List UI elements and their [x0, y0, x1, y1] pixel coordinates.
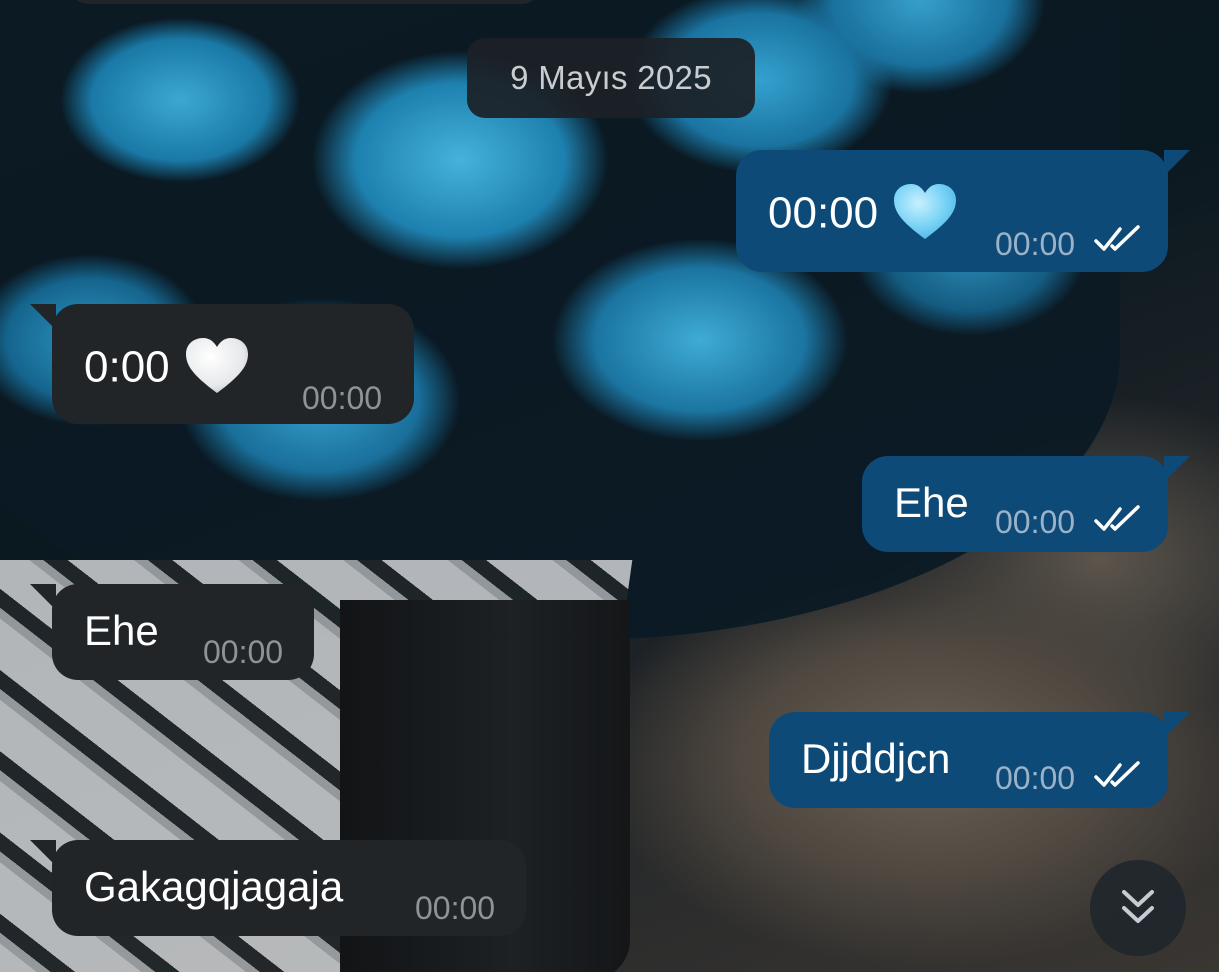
white-heart-icon [185, 338, 248, 393]
message-text: Djjddjcn [801, 735, 951, 782]
double-check-icon [1094, 225, 1140, 251]
message-time: 00:00 [995, 226, 1076, 262]
message-time: 00:00 [415, 890, 496, 926]
message-time: 00:00 [302, 380, 383, 416]
previous-message-bubble-edge[interactable] [70, 0, 540, 4]
message-bubble-incoming[interactable]: 0:00 00:00 [30, 304, 414, 424]
light-blue-heart-icon [894, 184, 957, 239]
message-time: 00:00 [995, 504, 1076, 540]
double-check-icon [1094, 761, 1140, 787]
message-bubble-incoming[interactable]: Ehe 00:00 [30, 584, 314, 680]
message-time: 00:00 [203, 634, 284, 670]
date-separator-label: 9 Mayıs 2025 [510, 59, 712, 96]
message-text: 00:00 [768, 188, 879, 238]
message-bubble-outgoing[interactable]: 00:00 00:00 [736, 150, 1190, 272]
message-bubble-incoming[interactable]: Gakagqjagaja 00:00 [30, 840, 526, 936]
double-check-icon [1094, 505, 1140, 531]
date-separator: 9 Mayıs 2025 [467, 38, 755, 118]
message-text: Gakagqjagaja [84, 863, 344, 910]
message-text: 0:00 [84, 342, 170, 392]
message-text: Ehe [84, 607, 159, 654]
scroll-to-bottom-button[interactable] [1090, 860, 1186, 956]
message-bubble-outgoing[interactable]: Djjddjcn 00:00 [769, 712, 1190, 808]
double-chevron-down-icon [1122, 890, 1154, 923]
message-text-wrap: 0:00 [84, 338, 250, 400]
message-time: 00:00 [995, 760, 1076, 796]
message-text: Ehe [894, 479, 969, 526]
message-bubble-outgoing[interactable]: Ehe 00:00 [862, 456, 1190, 552]
message-text-wrap: 00:00 [768, 184, 958, 246]
